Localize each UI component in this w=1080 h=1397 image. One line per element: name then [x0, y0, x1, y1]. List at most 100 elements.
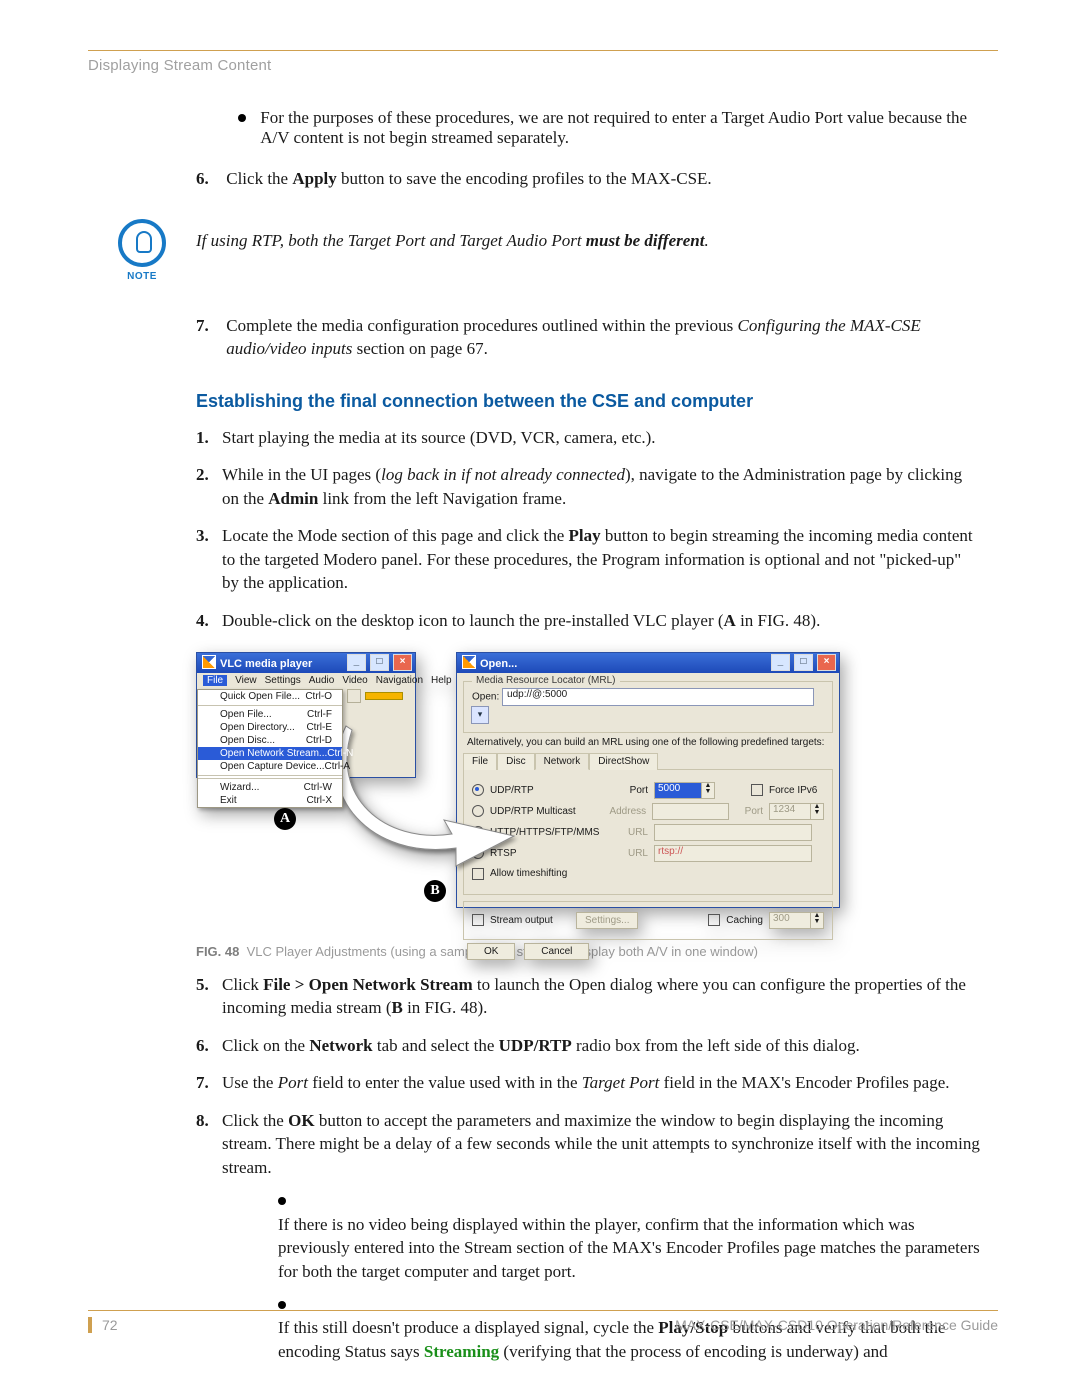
- callout-arrow: [344, 726, 524, 846]
- close-icon[interactable]: ×: [393, 654, 412, 671]
- port2-label: Port: [735, 806, 763, 817]
- step-num: 8.: [196, 1109, 222, 1132]
- menuitem-open-network-stream[interactable]: Open Network Stream...Ctrl-N: [198, 747, 342, 760]
- step: 8.Click the OK button to accept the para…: [196, 1109, 996, 1179]
- step-num: 7.: [196, 315, 222, 338]
- vlc-title: VLC media player: [220, 658, 312, 670]
- intro-bullet: For the purposes of these procedures, we…: [238, 108, 996, 148]
- step-text: While in the UI pages (log back in if no…: [222, 463, 982, 510]
- t: button to save the encoding profiles to …: [337, 169, 712, 188]
- t: If using RTP, both the Target Port and T…: [196, 231, 586, 250]
- force-ipv6-label: Force IPv6: [769, 785, 817, 796]
- ok-button[interactable]: OK: [467, 943, 515, 960]
- figure-48: VLC media player _ □ × File View Settings A…: [196, 652, 840, 934]
- chevron-down-icon[interactable]: ▾: [471, 706, 489, 724]
- open-label: Open:: [472, 692, 499, 703]
- step-num: 6.: [196, 168, 222, 191]
- step-num: 5.: [196, 973, 222, 996]
- caching-label: Caching: [726, 915, 763, 926]
- caching-field: 300 ▲▼: [769, 912, 824, 929]
- step-text: Click File > Open Network Stream to laun…: [222, 973, 982, 1020]
- section-heading: Establishing the final connection betwee…: [196, 391, 996, 412]
- menu-navigation[interactable]: Navigation: [376, 675, 423, 686]
- step-text: Click the OK button to accept the parame…: [222, 1109, 982, 1179]
- vlc-titlebar[interactable]: VLC media player _ □ ×: [197, 653, 415, 673]
- minimize-icon[interactable]: _: [771, 654, 790, 671]
- step-text: Start playing the media at its source (D…: [222, 426, 982, 449]
- close-icon[interactable]: ×: [817, 654, 836, 671]
- menu-file[interactable]: File: [203, 675, 227, 686]
- step: 7.Use the Port field to enter the value …: [196, 1071, 996, 1094]
- sub-bullet-text: If there is no video being displayed wit…: [278, 1213, 988, 1283]
- bullet-icon: [278, 1197, 286, 1205]
- note-label: NOTE: [118, 271, 166, 282]
- t: .: [704, 231, 708, 250]
- cancel-button[interactable]: Cancel: [524, 943, 589, 960]
- menu-settings[interactable]: Settings: [265, 675, 301, 686]
- menu-video[interactable]: Video: [342, 675, 367, 686]
- rtsp-url-field: rtsp://: [654, 845, 812, 862]
- menuitem-quick-open-file[interactable]: Quick Open File...Ctrl-O: [198, 690, 342, 703]
- url-label: URL: [606, 827, 648, 838]
- tool-btn[interactable]: [347, 689, 361, 703]
- t: must be different: [586, 231, 705, 250]
- port-label: Port: [606, 785, 648, 796]
- addr-field: [652, 803, 729, 820]
- figure-number: FIG. 48: [196, 944, 239, 959]
- tab-directshow[interactable]: DirectShow: [589, 753, 658, 770]
- menuitem-open-disc[interactable]: Open Disc...Ctrl-D: [198, 734, 342, 747]
- menuitem-open-capture-device[interactable]: Open Capture Device...Ctrl-A: [198, 760, 342, 773]
- step-num: 1.: [196, 426, 222, 449]
- lightbulb-icon: [118, 219, 166, 267]
- timeshift-label: Allow timeshifting: [490, 868, 567, 879]
- step: 2.While in the UI pages (log back in if …: [196, 463, 996, 510]
- menuitem-open-directory[interactable]: Open Directory...Ctrl-E: [198, 721, 342, 734]
- step: 6.Click on the Network tab and select th…: [196, 1034, 996, 1057]
- bullet-icon: [238, 114, 246, 122]
- step-text: Locate the Mode section of this page and…: [222, 524, 982, 594]
- step-7: 7. Complete the media configuration proc…: [196, 315, 996, 361]
- timeshift-check[interactable]: [472, 868, 484, 880]
- step-num: 7.: [196, 1071, 222, 1094]
- rtsp-label: RTSP: [490, 848, 600, 859]
- port2-field: 1234 ▲▼: [769, 803, 824, 820]
- settings-button[interactable]: Settings...: [576, 912, 638, 929]
- stream-output-label: Stream output: [490, 915, 570, 926]
- mrl-input[interactable]: udp://@:5000: [502, 688, 814, 706]
- minimize-icon[interactable]: _: [347, 654, 366, 671]
- url2-label: URL: [606, 848, 648, 859]
- step-text: Click on the Network tab and select the …: [222, 1034, 982, 1057]
- volume-slider[interactable]: [365, 692, 403, 700]
- maximize-icon[interactable]: □: [370, 654, 389, 671]
- step-6: 6. Click the Apply button to save the en…: [196, 168, 996, 191]
- vlc-menubar[interactable]: FileViewSettingsAudioVideoNavigationHelp: [197, 673, 415, 688]
- menu-help[interactable]: Help: [431, 675, 452, 686]
- caching-value: 300: [769, 912, 811, 929]
- open-titlebar[interactable]: Open... _ □ ×: [457, 653, 839, 673]
- step-text: Use the Port field to enter the value us…: [222, 1071, 982, 1094]
- vlc-toolbar: [347, 689, 403, 703]
- callout-b: B: [424, 880, 446, 902]
- port-field[interactable]: 5000 ▲▼: [654, 782, 715, 799]
- t: section on page 67.: [352, 339, 488, 358]
- force-ipv6-check[interactable]: [751, 784, 763, 796]
- stream-output-check[interactable]: [472, 914, 484, 926]
- menu-audio[interactable]: Audio: [309, 675, 335, 686]
- page-footer: 72 MAX-CSE/MAX-CSD10 Operation/Reference…: [88, 1310, 998, 1333]
- addr-label: Address: [605, 806, 647, 817]
- note-block: NOTE If using RTP, both the Target Port …: [196, 225, 996, 285]
- menuitem-open-file[interactable]: Open File...Ctrl-F: [198, 708, 342, 721]
- tab-network[interactable]: Network: [535, 753, 590, 770]
- menu-view[interactable]: View: [235, 675, 257, 686]
- sub-bullet: If there is no video being displayed wit…: [278, 1189, 996, 1283]
- page-number: 72: [88, 1317, 118, 1333]
- menuitem-exit[interactable]: ExitCtrl-X: [198, 794, 342, 807]
- running-header: Displaying Stream Content: [88, 57, 998, 74]
- maximize-icon[interactable]: □: [794, 654, 813, 671]
- menuitem-wizard[interactable]: Wizard...Ctrl-W: [198, 781, 342, 794]
- caching-check[interactable]: [708, 914, 720, 926]
- file-menu[interactable]: Quick Open File...Ctrl-O Open File...Ctrl…: [197, 689, 343, 808]
- port-value[interactable]: 5000: [654, 782, 702, 799]
- vlc-icon: [202, 655, 216, 669]
- intro-bullet-text: For the purposes of these procedures, we…: [260, 108, 990, 148]
